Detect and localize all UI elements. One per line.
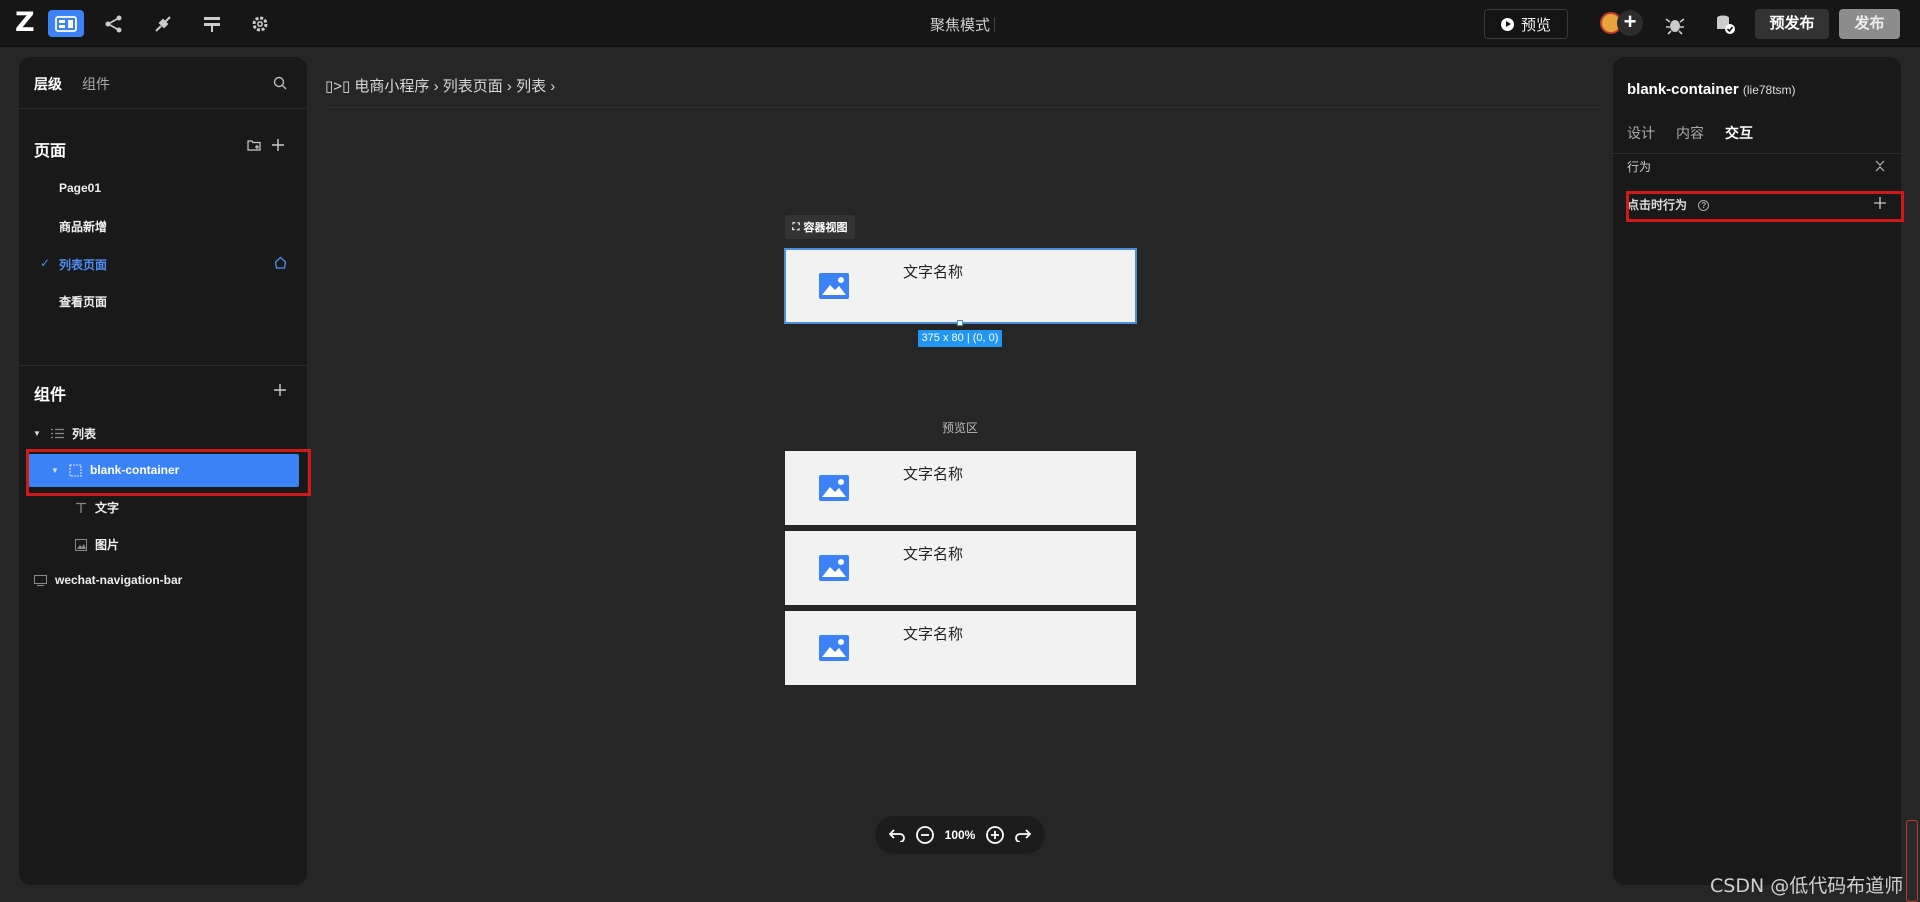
page-item-view-page[interactable]: 查看页面 <box>59 293 107 310</box>
left-tabs: 层级 组件 <box>19 57 307 109</box>
add-page-icon[interactable] <box>271 138 285 152</box>
app-logo: Z <box>15 7 35 38</box>
breadcrumb[interactable]: ▯>▯ 电商小程序 › 列表页面 › 列表 › <box>325 75 555 96</box>
layout-tool-button[interactable] <box>48 10 84 37</box>
edge-widget <box>1906 820 1918 902</box>
preview-label: 预览 <box>1520 16 1551 34</box>
collapse-icon[interactable] <box>1875 160 1885 172</box>
component-id: (lie78tsm) <box>1742 83 1796 97</box>
settings-tool-button[interactable] <box>242 10 278 37</box>
tab-components[interactable]: 组件 <box>82 74 110 94</box>
page-item-product-add[interactable]: 商品新增 <box>59 218 107 235</box>
card-text: 文字名称 <box>903 264 964 281</box>
flow-icon <box>105 15 122 32</box>
component-title: blank-container (lie78tsm) <box>1627 81 1796 98</box>
image-placeholder-icon <box>819 273 849 299</box>
components-section-title: 组件 <box>34 387 67 404</box>
breadcrumb-divider <box>325 107 1600 108</box>
flow-tool-button[interactable] <box>96 10 132 37</box>
preview-area-label: 预览区 <box>941 421 978 435</box>
container-card-selected[interactable]: 文字名称 <box>784 248 1137 324</box>
preview-button[interactable]: 预览 <box>1484 9 1568 39</box>
container-view-label: 容器视图 <box>803 222 848 234</box>
page-item-page01[interactable]: Page01 <box>59 181 101 195</box>
highlight-box-action <box>1626 191 1904 222</box>
redo-icon[interactable] <box>1015 828 1032 842</box>
style-icon <box>204 16 220 32</box>
container-view-tag[interactable]: ⛶ 容器视图 <box>785 215 855 239</box>
title-divider <box>994 17 995 32</box>
pre-publish-button[interactable]: 预发布 <box>1755 9 1829 39</box>
plugin-tool-button[interactable] <box>145 10 181 37</box>
home-icon[interactable] <box>274 256 287 269</box>
resize-handle[interactable] <box>957 320 963 326</box>
play-icon <box>1500 17 1514 31</box>
tree-item-label: wechat-navigation-bar <box>55 573 183 587</box>
search-icon[interactable] <box>273 76 287 90</box>
zoom-out-icon[interactable] <box>915 825 935 845</box>
tree-item-label: 文字 <box>95 501 120 515</box>
check-icon: ✓ <box>40 256 51 270</box>
tree-item-list[interactable]: ▼ 列表 <box>33 425 96 442</box>
divider <box>1613 153 1901 154</box>
watermark: CSDN @低代码布道师 <box>1710 875 1904 897</box>
list-icon <box>51 427 64 440</box>
plugin-icon <box>155 15 171 32</box>
preview-card[interactable]: 文字名称 <box>785 611 1136 685</box>
pages-section-title: 页面 <box>34 143 67 160</box>
tree-item-label: 图片 <box>95 538 120 552</box>
database-check-icon[interactable] <box>1713 12 1737 36</box>
new-folder-icon[interactable] <box>247 138 261 152</box>
mode-title: 聚焦模式 <box>929 17 990 34</box>
tree-item-label: 列表 <box>72 427 97 441</box>
component-name: blank-container <box>1627 81 1739 98</box>
card-text: 文字名称 <box>903 626 964 643</box>
tab-layers[interactable]: 层级 <box>34 74 62 94</box>
highlight-box-tree <box>26 449 311 496</box>
image-placeholder-icon <box>819 475 849 501</box>
zoom-level: 100% <box>944 828 976 842</box>
right-panel: blank-container (lie78tsm) 设计 内容 交互 行为 点… <box>1613 57 1901 885</box>
tree-item-image[interactable]: 图片 <box>74 536 119 553</box>
zoom-bar: 100% <box>875 816 1045 854</box>
image-icon <box>74 538 87 551</box>
add-component-icon[interactable] <box>273 383 287 397</box>
tree-item-text[interactable]: 文字 <box>74 499 119 516</box>
zoom-in-icon[interactable] <box>985 825 1005 845</box>
navbar-icon <box>34 574 47 587</box>
tree-item-wechat-navigation-bar[interactable]: wechat-navigation-bar <box>34 573 182 587</box>
top-bar: Z 聚焦模式 预览 + 预发布 发布 <box>0 0 1920 47</box>
caret-down-icon[interactable]: ▼ <box>33 429 45 438</box>
layout-icon <box>55 15 77 32</box>
text-icon <box>74 501 87 514</box>
preview-card[interactable]: 文字名称 <box>785 451 1136 525</box>
tab-interaction[interactable]: 交互 <box>1725 123 1753 143</box>
add-collaborator-button[interactable]: + <box>1617 10 1643 36</box>
page-item-list-page[interactable]: 列表页面 <box>59 256 107 273</box>
undo-icon[interactable] <box>888 828 905 842</box>
divider <box>19 365 307 366</box>
bug-icon[interactable] <box>1663 12 1687 36</box>
image-placeholder-icon <box>819 555 849 581</box>
style-tool-button[interactable] <box>194 10 230 37</box>
card-text: 文字名称 <box>903 466 964 483</box>
gear-icon <box>252 16 268 31</box>
expand-icon: ⛶ <box>792 221 800 233</box>
preview-card[interactable]: 文字名称 <box>785 531 1136 605</box>
card-text: 文字名称 <box>903 546 964 563</box>
image-placeholder-icon <box>819 635 849 661</box>
publish-button[interactable]: 发布 <box>1839 9 1900 39</box>
behavior-section-title: 行为 <box>1627 160 1652 174</box>
selection-dimensions: 375 x 80 | (0, 0) <box>918 330 1002 347</box>
tab-design[interactable]: 设计 <box>1627 123 1655 143</box>
tab-content[interactable]: 内容 <box>1676 123 1704 143</box>
